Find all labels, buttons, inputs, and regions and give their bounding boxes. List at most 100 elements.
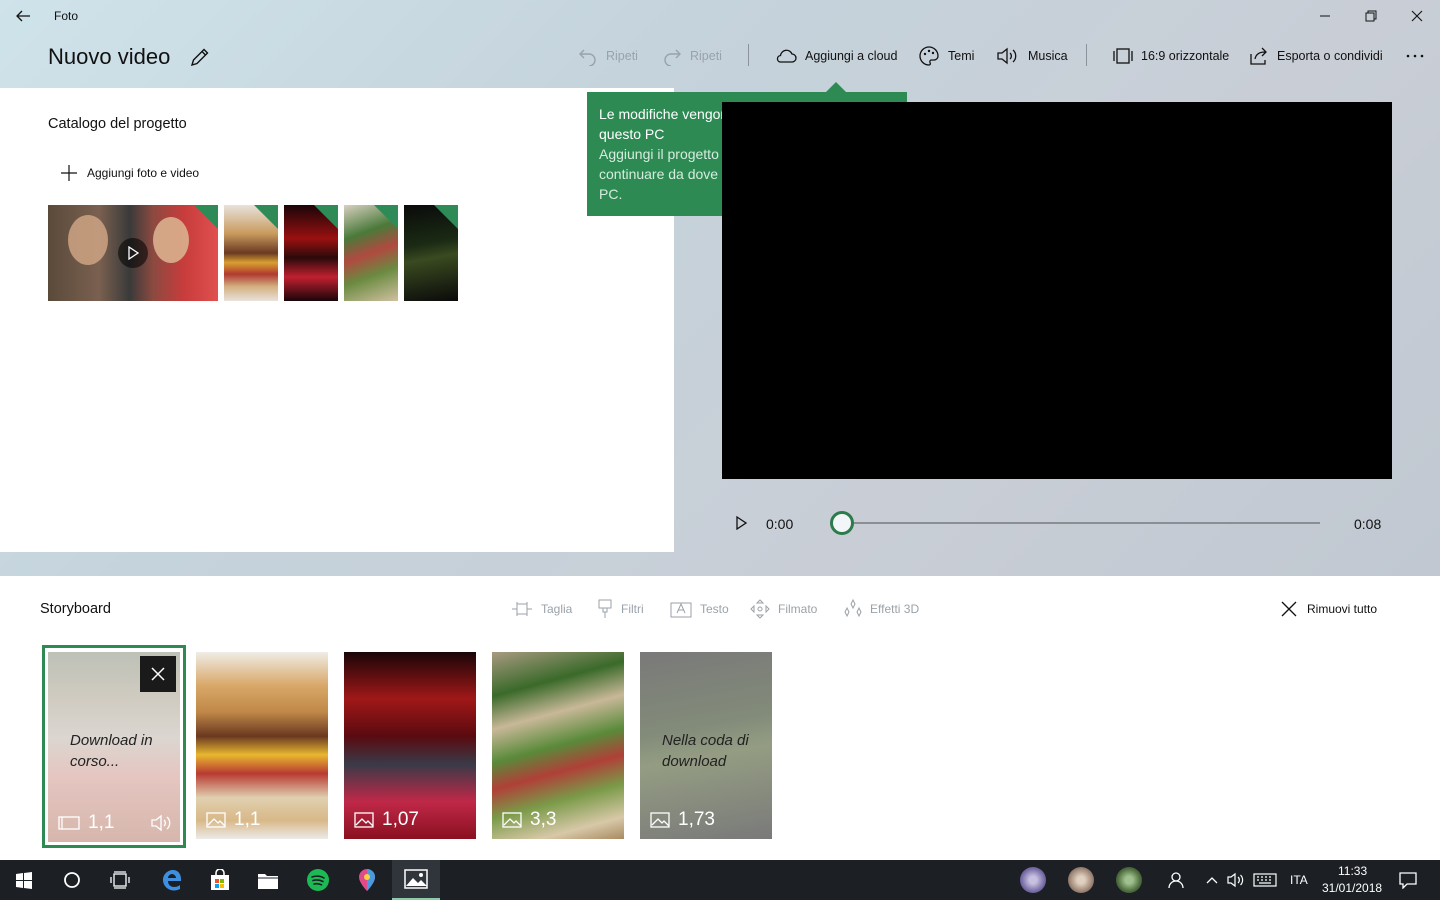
used-in-project-marker — [194, 205, 218, 229]
task-view-icon — [110, 871, 130, 889]
search-button[interactable] — [48, 860, 96, 900]
clip-duration-value: 1,73 — [678, 809, 715, 830]
close-icon — [151, 667, 165, 681]
show-hidden-icons-button[interactable] — [1200, 860, 1224, 900]
chevron-up-icon — [1206, 877, 1218, 884]
face-shape — [68, 215, 108, 265]
ellipsis-icon — [1406, 54, 1424, 58]
filters-button[interactable]: Filtri — [597, 598, 644, 620]
people-icon — [1168, 872, 1184, 889]
clip-duration-value: 3,3 — [530, 809, 557, 830]
remove-clip-button[interactable] — [140, 656, 176, 692]
people-contact-avatar[interactable] — [1020, 867, 1046, 893]
trim-icon — [512, 602, 532, 616]
3d-effects-button[interactable]: Effetti 3D — [844, 598, 919, 620]
storyboard-card-concert[interactable]: 1,07 — [344, 652, 476, 839]
storyboard-card-screen[interactable]: Nella coda di download 1,73 — [640, 652, 772, 839]
music-button[interactable]: Musica — [996, 42, 1068, 70]
clip-duration-value: 1,1 — [234, 809, 261, 830]
text-label: Testo — [700, 602, 729, 616]
trim-label: Taglia — [541, 602, 573, 616]
redo-icon — [664, 49, 681, 66]
download-status: Download in corso... — [70, 732, 153, 770]
start-button[interactable] — [0, 860, 48, 900]
restore-button[interactable] — [1348, 0, 1394, 32]
storyboard-card-video[interactable]: Download in corso... 1,1 — [48, 652, 180, 842]
folder-icon — [258, 874, 278, 889]
clip-duration: 1,73 — [650, 809, 715, 831]
touch-keyboard-button[interactable] — [1250, 860, 1280, 900]
aspect-ratio-icon — [1113, 48, 1133, 64]
used-in-project-marker — [314, 205, 338, 229]
toolbar-divider — [1086, 44, 1087, 66]
motion-button[interactable]: Filmato — [750, 598, 817, 620]
seek-handle[interactable] — [830, 511, 854, 535]
aspect-ratio-button[interactable]: 16:9 orizzontale — [1113, 42, 1229, 70]
clip-duration-value: 1,07 — [382, 809, 419, 830]
motion-icon — [750, 599, 770, 619]
brush-icon — [598, 599, 612, 618]
notifications-icon — [1399, 872, 1417, 889]
photos-icon — [404, 869, 428, 889]
video-preview[interactable] — [722, 102, 1392, 479]
store-icon — [211, 869, 229, 890]
themes-button[interactable]: Temi — [918, 42, 974, 70]
maps-app-button[interactable] — [343, 860, 391, 900]
aspect-ratio-label: 16:9 orizzontale — [1141, 49, 1230, 63]
current-time: 0:00 — [766, 516, 794, 532]
text-icon — [670, 602, 692, 618]
seek-track[interactable] — [842, 522, 1320, 524]
export-share-button[interactable]: Esporta o condividi — [1249, 42, 1383, 70]
rename-button[interactable] — [188, 45, 212, 69]
windows-logo-icon — [16, 872, 32, 889]
clock-time[interactable]: 11:33 — [1338, 864, 1367, 878]
close-window-button[interactable] — [1394, 0, 1440, 32]
restore-icon — [1365, 10, 1377, 22]
volume-button[interactable] — [1224, 860, 1248, 900]
more-options-button[interactable] — [1405, 42, 1425, 70]
minimize-button[interactable] — [1302, 0, 1348, 32]
undo-button[interactable]: Ripeti — [578, 42, 638, 70]
explorer-app-button[interactable] — [244, 860, 292, 900]
keyboard-icon — [1253, 873, 1277, 887]
app-title: Foto — [54, 9, 79, 23]
total-time: 0:08 — [1354, 516, 1382, 532]
action-center-button[interactable] — [1390, 860, 1426, 900]
store-app-button[interactable] — [196, 860, 244, 900]
photos-app-button[interactable] — [392, 860, 440, 900]
palette-icon — [919, 46, 939, 66]
redo-button[interactable]: Ripeti — [662, 42, 722, 70]
play-overlay — [118, 238, 148, 268]
catalog-thumbnail-burger[interactable] — [224, 205, 278, 301]
3d-effects-label: Effetti 3D — [870, 602, 920, 616]
add-photos-videos-label: Aggiungi foto e video — [87, 166, 200, 180]
used-in-project-marker — [374, 205, 398, 229]
trim-button[interactable]: Taglia — [511, 598, 572, 620]
project-title: Nuovo video — [48, 44, 171, 69]
add-photos-videos-button[interactable]: Aggiungi foto e video — [60, 162, 199, 184]
edge-app-button[interactable] — [148, 860, 196, 900]
catalog-thumbnail-video[interactable] — [48, 205, 218, 301]
play-button[interactable] — [730, 512, 752, 534]
catalog-thumbnail-concert[interactable] — [284, 205, 338, 301]
back-button[interactable] — [8, 2, 38, 30]
catalog-thumbnail-screen[interactable] — [404, 205, 458, 301]
clock-date[interactable]: 31/01/2018 — [1322, 881, 1382, 895]
task-view-button[interactable] — [96, 860, 144, 900]
input-language[interactable]: ITA — [1290, 873, 1308, 887]
tooltip-arrow — [826, 82, 846, 92]
people-contact-avatar[interactable] — [1116, 867, 1142, 893]
clip-duration: 1,1 — [58, 812, 114, 834]
speaker-icon — [151, 814, 171, 832]
catalog-thumbnail-pizza[interactable] — [344, 205, 398, 301]
text-button[interactable]: Testo — [670, 598, 729, 620]
remove-all-button[interactable]: Rimuovi tutto — [1281, 598, 1377, 620]
people-button[interactable] — [1154, 860, 1198, 900]
storyboard-card-burger[interactable]: 1,1 — [196, 652, 328, 839]
people-contact-avatar[interactable] — [1068, 867, 1094, 893]
spotify-app-button[interactable] — [294, 860, 342, 900]
add-to-cloud-button[interactable]: Aggiungi a cloud — [775, 42, 897, 70]
minimize-icon — [1320, 15, 1330, 17]
export-share-label: Esporta o condividi — [1277, 49, 1383, 63]
storyboard-card-pizza[interactable]: 3,3 — [492, 652, 624, 839]
